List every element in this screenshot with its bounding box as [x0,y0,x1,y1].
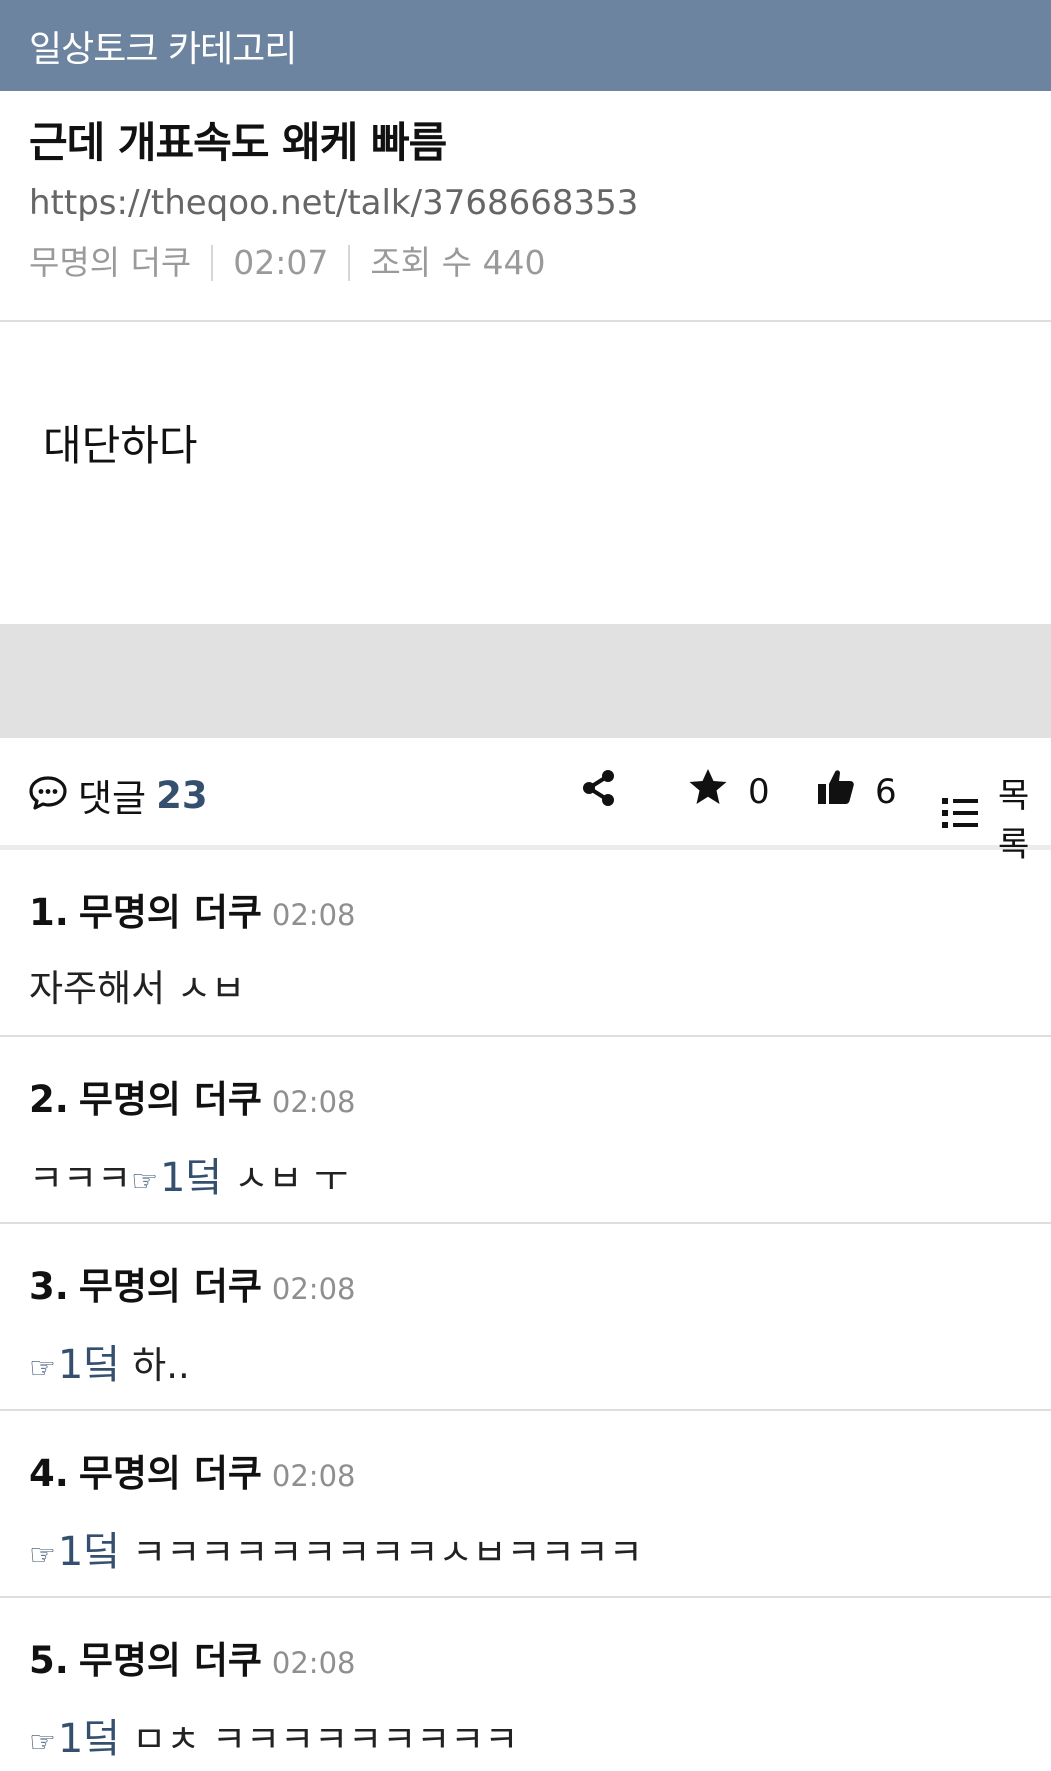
speech-bubble-icon [28,775,68,815]
post-body: 대단하다 [0,322,1051,624]
comment-header: 4. 무명의 더쿠 02:08 [29,1443,1051,1497]
pointing-hand-icon: ☞ [29,1538,56,1573]
post-title: 근데 개표속도 왜케 빠름 [29,118,447,167]
comment-text-content: ㅋㅋㅋㅋㅋㅋㅋㅋㅋㅅㅂㅋㅋㅋㅋ [132,1531,643,1574]
comment-label: 댓글 [78,777,147,820]
reply-reference: 1덬 [57,1529,121,1575]
comment-text: ㅋㅋㅋ ☞ 1덬 ㅅㅂ ㅜ [29,1145,1051,1203]
comment-text-content: 하.. [132,1344,190,1387]
pointing-hand-icon: ☞ [29,1351,56,1386]
comment-item: 1. 무명의 더쿠 02:08 자주해서 ㅅㅂ [0,850,1051,1037]
comment-header: 2. 무명의 더쿠 02:08 [29,1069,1051,1123]
favorite-button[interactable]: 0 [688,768,770,815]
like-count: 6 [875,771,897,812]
meta-divider [348,245,351,281]
thumbs-up-icon [817,768,855,815]
comment-number: 1. [29,891,69,934]
comment-number: 3. [29,1265,69,1308]
comment-text-prefix: ㅋㅋㅋ [29,1157,132,1200]
reply-reference: 1덬 [160,1155,223,1201]
comment-time: 02:08 [271,1085,356,1119]
reply-reference: 1덬 [57,1716,121,1762]
post-action-bar: 댓글 23 0 6 목록 [0,738,1051,865]
comment-number: 2. [29,1078,69,1121]
category-title[interactable]: 일상토크 카테고리 [29,20,297,72]
list-button[interactable]: 목록 [942,768,1051,866]
comment-item: 4. 무명의 더쿠 02:08 ☞ 1덬 ㅋㅋㅋㅋㅋㅋㅋㅋㅋㅅㅂㅋㅋㅋㅋ [0,1411,1051,1598]
share-icon [580,768,616,817]
comment-author: 무명의 더쿠 [78,1639,262,1682]
comment-author: 무명의 더쿠 [78,891,262,934]
star-icon [688,768,728,815]
comment-text-content: ㅁㅊ ㅋㅋㅋㅋㅋㅋㅋㅋㅋ [132,1718,519,1761]
post-author: 무명의 더쿠 [29,243,192,282]
comment-author: 무명의 더쿠 [78,1078,262,1121]
post-views: 조회 수 440 [370,243,546,282]
reply-reference-link[interactable]: ☞ 1덬 [131,1145,234,1203]
comment-text: 자주해서 ㅅㅂ [29,958,1051,1012]
comment-author: 무명의 더쿠 [78,1452,262,1495]
meta-divider [211,245,214,281]
comment-number: 4. [29,1452,69,1495]
comment-text-content: 자주해서 ㅅㅂ [29,967,246,1010]
post-url[interactable]: https://theqoo.net/talk/3768668353 [29,181,1022,225]
comment-author: 무명의 더쿠 [78,1265,262,1308]
comment-header: 1. 무명의 더쿠 02:08 [29,882,1051,936]
reply-reference-link[interactable]: ☞ 1덬 [29,1519,132,1577]
post-body-text: 대단하다 [43,421,198,470]
post-header: 근데 개표속도 왜케 빠름 https://theqoo.net/talk/37… [0,91,1051,322]
comment-time: 02:08 [271,1646,356,1680]
comment-number: 5. [29,1639,69,1682]
comment-time: 02:08 [271,1272,356,1306]
post-time: 02:07 [233,243,329,282]
reply-reference-link[interactable]: ☞ 1덬 [29,1706,132,1764]
pointing-hand-icon: ☞ [29,1725,56,1760]
ad-placeholder [0,624,1051,738]
comment-list: 1. 무명의 더쿠 02:08 자주해서 ㅅㅂ 2. 무명의 더쿠 02:08 … [0,850,1051,1771]
comment-text-content: ㅅㅂ ㅜ [234,1157,349,1200]
comment-item: 3. 무명의 더쿠 02:08 ☞ 1덬 하.. [0,1224,1051,1411]
comment-text: ☞ 1덬 하.. [29,1332,1051,1390]
comment-count-value: 23 [156,773,208,817]
comment-count[interactable]: 댓글 23 [28,768,208,822]
reply-reference: 1덬 [57,1342,121,1388]
favorite-count: 0 [748,771,770,812]
comment-item: 2. 무명의 더쿠 02:08 ㅋㅋㅋ ☞ 1덬 ㅅㅂ ㅜ [0,1037,1051,1224]
reply-reference-link[interactable]: ☞ 1덬 [29,1332,132,1390]
list-label: 목록 [998,776,1030,865]
comment-header: 3. 무명의 더쿠 02:08 [29,1256,1051,1310]
like-button[interactable]: 6 [817,768,897,815]
comment-text: ☞ 1덬 ㅋㅋㅋㅋㅋㅋㅋㅋㅋㅅㅂㅋㅋㅋㅋ [29,1519,1051,1577]
post-meta: 무명의 더쿠 02:07 조회 수 440 [29,241,1022,285]
category-header[interactable]: 일상토크 카테고리 [0,0,1051,91]
comment-header: 5. 무명의 더쿠 02:08 [29,1630,1051,1684]
comment-text: ☞ 1덬 ㅁㅊ ㅋㅋㅋㅋㅋㅋㅋㅋㅋ [29,1706,1051,1764]
pointing-hand-icon: ☞ [131,1164,159,1199]
comment-time: 02:08 [271,898,356,932]
comment-item: 5. 무명의 더쿠 02:08 ☞ 1덬 ㅁㅊ ㅋㅋㅋㅋㅋㅋㅋㅋㅋ [0,1598,1051,1771]
share-button[interactable] [580,768,616,817]
list-icon [942,797,978,838]
comment-time: 02:08 [271,1459,356,1493]
